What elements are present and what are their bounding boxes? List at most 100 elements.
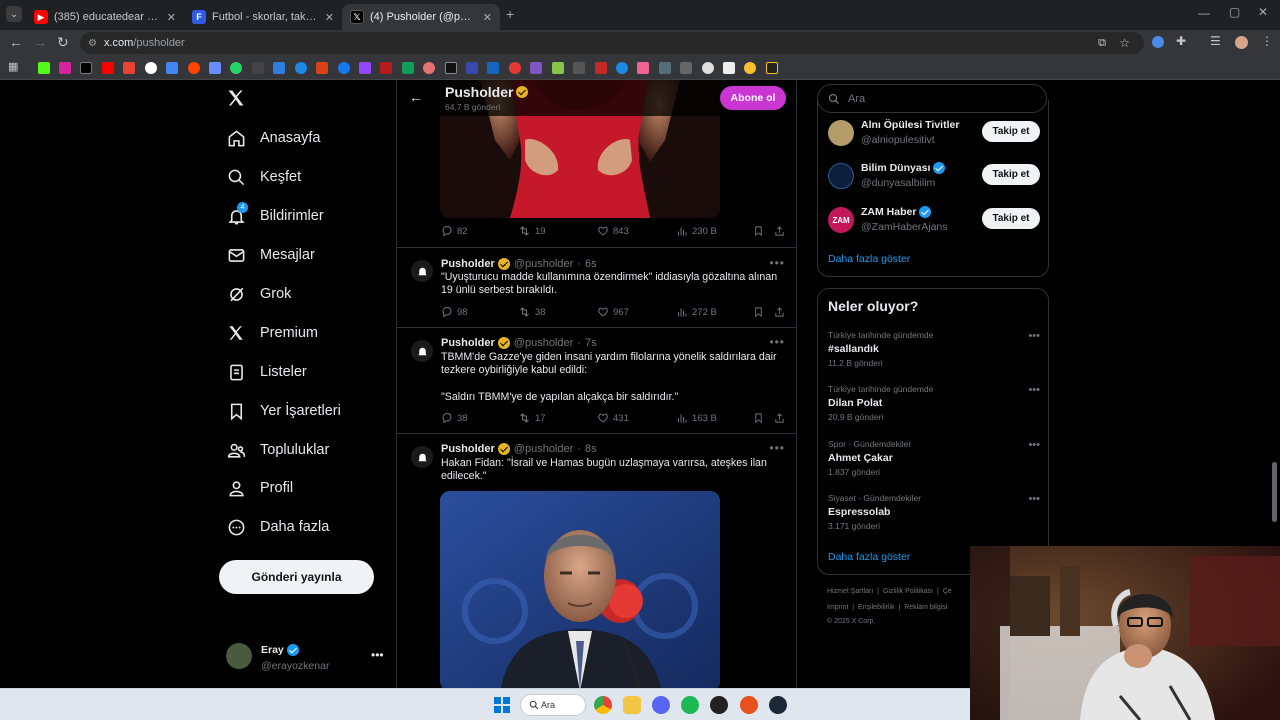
tweet-time[interactable]: 8s xyxy=(585,443,597,455)
follow-suggestion[interactable]: Bilim Dünyası @dunyasalbilim Takip et xyxy=(828,159,1040,195)
tweet-author[interactable]: Pusholder @pusholder · 8s xyxy=(441,443,597,455)
avatar[interactable] xyxy=(411,340,433,362)
whatsapp-icon[interactable] xyxy=(230,62,242,74)
file-explorer-icon[interactable] xyxy=(623,696,641,714)
tweet-author[interactable]: Pusholder @pusholder · 7s xyxy=(441,337,597,349)
retweet-button[interactable]: 19 xyxy=(518,225,546,237)
trend-more-icon[interactable]: ••• xyxy=(1028,439,1040,451)
trend-item[interactable]: Türkiye tarihinde gündemde #sallandık 11… xyxy=(828,330,1040,368)
x-logo-icon[interactable] xyxy=(226,88,248,110)
bookmark-icon[interactable] xyxy=(423,62,435,74)
bookmark-button[interactable] xyxy=(753,225,768,237)
like-button[interactable]: 967 xyxy=(597,306,629,318)
minimize-button[interactable]: — xyxy=(1198,6,1210,20)
extension-icon[interactable] xyxy=(1152,36,1164,48)
bookmark-icon[interactable] xyxy=(466,62,478,74)
extensions-puzzle-icon[interactable]: ✚ xyxy=(1176,34,1186,48)
bookmark-icon[interactable] xyxy=(273,62,285,74)
bookmark-button[interactable] xyxy=(753,306,768,318)
like-button[interactable]: 843 xyxy=(597,225,629,237)
nav-messages[interactable]: Mesajlar xyxy=(226,240,315,270)
avatar[interactable] xyxy=(828,163,854,189)
share-button[interactable] xyxy=(774,412,789,424)
x-bookmark-icon[interactable] xyxy=(80,62,92,74)
close-window-button[interactable]: ✕ xyxy=(1258,5,1268,19)
profile-avatar-icon[interactable] xyxy=(1235,36,1248,49)
bookmark-icon[interactable] xyxy=(509,62,521,74)
tab-youtube[interactable]: ▶ (385) educatedear - YouTube ✕ xyxy=(26,4,184,30)
tweet-author[interactable]: Pusholder @pusholder · 6s xyxy=(441,258,597,270)
bookmark-icon[interactable] xyxy=(573,62,585,74)
like-button[interactable]: 431 xyxy=(597,412,629,424)
reply-button[interactable]: 98 xyxy=(441,306,468,318)
trend-item[interactable]: Türkiye tarihinde gündemde Dilan Polat 2… xyxy=(828,384,1040,422)
follow-suggestion[interactable]: ZAM ZAM Haber @ZamHaberAjans Takip et xyxy=(828,203,1040,239)
nav-grok[interactable]: Grok xyxy=(226,279,291,309)
follow-suggestion[interactable]: Alnı Öpülesi Tivitler @alniopulesitivt T… xyxy=(828,116,1040,152)
reload-icon[interactable]: ↻ xyxy=(57,34,69,51)
avatar[interactable] xyxy=(828,120,854,146)
account-switcher[interactable]: Eray @erayozkenar ••• xyxy=(226,642,386,672)
nav-communities[interactable]: Topluluklar xyxy=(226,435,329,465)
bookmark-button[interactable] xyxy=(753,412,768,424)
tweet-more-icon[interactable]: ••• xyxy=(769,256,785,270)
tab-pusholder[interactable]: 𝕏 (4) Pusholder (@pusholder) / X ✕ xyxy=(342,4,500,30)
bookmark-icon[interactable] xyxy=(680,62,692,74)
nav-lists[interactable]: Listeler xyxy=(226,357,307,387)
footer-link[interactable]: Çe xyxy=(943,588,952,595)
back-icon[interactable]: ← xyxy=(9,34,23,50)
chrome-icon[interactable] xyxy=(594,696,612,714)
new-tab-button[interactable]: + xyxy=(506,6,514,22)
nav-more[interactable]: Daha fazla xyxy=(226,512,329,542)
reddit-icon[interactable] xyxy=(188,62,200,74)
install-app-icon[interactable]: ⧉ xyxy=(1098,37,1106,50)
trend-item[interactable]: Spor · Gündemdekiler Ahmet Çakar 1.837 g… xyxy=(828,439,1040,477)
tweet-more-icon[interactable]: ••• xyxy=(769,335,785,349)
avatar[interactable] xyxy=(411,446,433,468)
trend-more-icon[interactable]: ••• xyxy=(1028,330,1040,342)
back-arrow-icon[interactable]: ← xyxy=(409,89,423,105)
taskbar-search[interactable]: Ara xyxy=(520,694,586,716)
tweet-image[interactable] xyxy=(440,491,720,688)
footer-link[interactable]: Reklam bilgisi xyxy=(904,604,947,611)
apps-grid-icon[interactable]: ▦ xyxy=(8,60,18,73)
reply-button[interactable]: 38 xyxy=(441,412,468,424)
twitch-icon[interactable] xyxy=(359,62,371,74)
tweet-time[interactable]: 6s xyxy=(585,258,597,270)
retweet-button[interactable]: 17 xyxy=(518,412,546,424)
retweet-button[interactable]: 38 xyxy=(518,306,546,318)
page-scrollbar[interactable] xyxy=(1272,462,1277,522)
nav-premium[interactable]: Premium xyxy=(226,318,318,348)
discord-icon[interactable] xyxy=(652,696,670,714)
bookmark-icon[interactable] xyxy=(402,62,414,74)
bookmark-icon[interactable] xyxy=(702,62,714,74)
close-tab-icon[interactable]: ✕ xyxy=(483,11,492,24)
bookmark-icon[interactable] xyxy=(723,62,735,74)
browser-menu-icon[interactable]: ⋮ xyxy=(1261,34,1273,48)
bookmark-icon[interactable] xyxy=(209,62,221,74)
bookmark-icon[interactable] xyxy=(487,62,499,74)
forward-icon[interactable]: → xyxy=(33,34,47,50)
reply-button[interactable]: 82 xyxy=(441,225,468,237)
bookmark-icon[interactable] xyxy=(252,62,264,74)
gmail-icon[interactable] xyxy=(123,62,135,74)
instagram-icon[interactable] xyxy=(59,62,71,74)
google-icon[interactable] xyxy=(145,62,157,74)
bookmark-icon[interactable] xyxy=(744,62,756,74)
maximize-button[interactable]: ▢ xyxy=(1229,5,1240,19)
footer-link[interactable]: Erişilebilirlik xyxy=(858,604,895,611)
avatar[interactable] xyxy=(411,260,433,282)
app-icon[interactable] xyxy=(740,696,758,714)
youtube-bookmark-icon[interactable] xyxy=(102,62,114,74)
steam-icon[interactable] xyxy=(769,696,787,714)
nav-home[interactable]: Anasayfa xyxy=(226,123,320,153)
tweet-time[interactable]: 7s xyxy=(585,337,597,349)
bookmark-icon[interactable] xyxy=(316,62,328,74)
footer-link[interactable]: Imprint xyxy=(827,604,848,611)
nav-notifications[interactable]: 4 Bildirimler xyxy=(226,201,324,231)
bookmark-icon[interactable] xyxy=(38,62,50,74)
site-info-icon[interactable]: ⚙ xyxy=(88,38,97,49)
follow-button[interactable]: Takip et xyxy=(982,208,1040,229)
facebook-icon[interactable] xyxy=(338,62,350,74)
bookmark-icon[interactable] xyxy=(380,62,392,74)
